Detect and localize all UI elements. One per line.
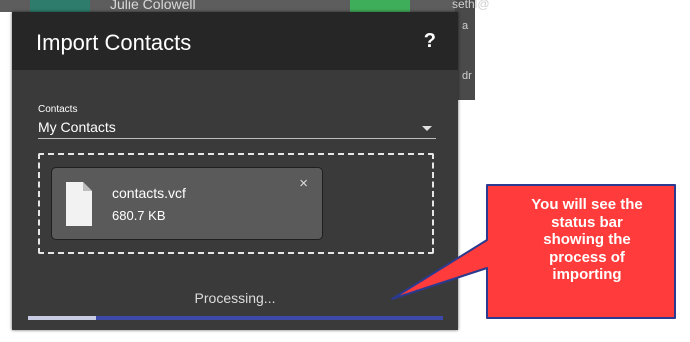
callout-line: process of bbox=[549, 248, 625, 266]
callout-annotation bbox=[391, 184, 676, 319]
callout-text: You will see the status bar showing the … bbox=[492, 196, 682, 284]
callout-line: importing bbox=[552, 266, 622, 283]
callout-line: showing the bbox=[543, 231, 631, 248]
callout-line: You will see the bbox=[531, 196, 643, 213]
callout-line: status bar bbox=[551, 213, 623, 231]
